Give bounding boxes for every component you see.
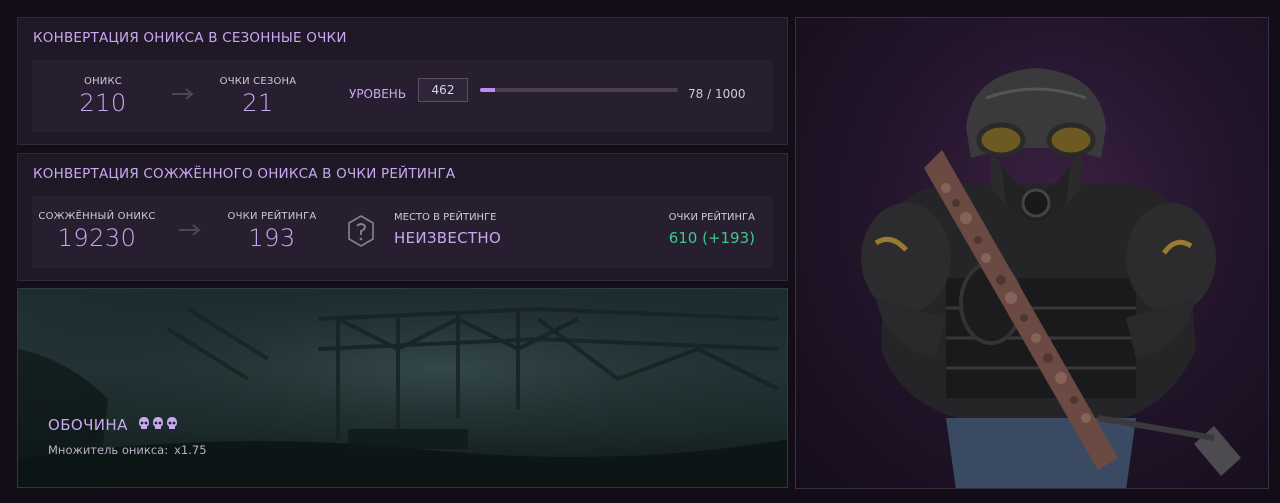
level-value: 462	[418, 78, 468, 102]
rank-label: МЕСТО В РЕЙТИНГЕ	[394, 212, 497, 223]
level-progress-bar	[480, 88, 678, 92]
rating-points-stat: ОЧКИ РЕЙТИНГА 193	[212, 211, 332, 252]
map-background-image	[18, 289, 787, 487]
character-illustration	[861, 68, 1241, 488]
multiplier-value: x1.75	[174, 443, 207, 457]
skull-icon	[139, 417, 149, 429]
burned-onyx-label: СОЖЖЁННЫЙ ОНИКС	[38, 211, 156, 222]
level-label: УРОВЕНЬ	[349, 87, 407, 101]
difficulty-skulls	[138, 416, 178, 432]
rating-points-value: 193	[248, 224, 296, 252]
onyx-multiplier: Множитель оникса: x1.75	[48, 443, 207, 457]
burned-onyx-stat: СОЖЖЁННЫЙ ОНИКС 19230	[37, 211, 157, 252]
character-preview	[795, 17, 1269, 489]
rating-points-label: ОЧКИ РЕЙТИНГА	[227, 211, 317, 222]
panel-title: КОНВЕРТАЦИЯ ОНИКСА В СЕЗОННЫЕ ОЧКИ	[33, 30, 347, 46]
arrow-right-icon	[172, 84, 194, 105]
rating-total-value: 610 (+193)	[668, 229, 755, 247]
multiplier-label: Множитель оникса:	[48, 443, 169, 457]
panel-title: КОНВЕРТАЦИЯ СОЖЖЁННОГО ОНИКСА В ОЧКИ РЕЙ…	[33, 166, 456, 182]
onyx-conversion-panel: КОНВЕРТАЦИЯ ОНИКСА В СЕЗОННЫЕ ОЧКИ ОНИКС…	[17, 17, 788, 145]
level-box: УРОВЕНЬ 462 78 / 1000	[330, 60, 773, 132]
level-progress-fill	[480, 88, 496, 92]
map-card[interactable]: ОБОЧИНА Множитель оникса: x1.75	[17, 288, 788, 488]
rating-box: МЕСТО В РЕЙТИНГЕ НЕИЗВЕСТНО ОЧКИ РЕЙТИНГ…	[330, 196, 773, 268]
map-name: ОБОЧИНА	[48, 416, 128, 434]
season-points-value: 21	[242, 89, 274, 117]
onyx-exchange-box: ОНИКС 210 ОЧКИ СЕЗОНА 21	[32, 60, 339, 132]
skull-icon	[167, 417, 177, 429]
season-points-label: ОЧКИ СЕЗОНА	[219, 76, 297, 87]
burned-onyx-value: 19230	[57, 224, 137, 252]
burned-exchange-box: СОЖЖЁННЫЙ ОНИКС 19230 ОЧКИ РЕЙТИНГА 193	[32, 196, 339, 268]
rank-unknown-icon	[346, 214, 376, 248]
skull-icon	[153, 417, 163, 429]
burned-conversion-panel: КОНВЕРТАЦИЯ СОЖЖЁННОГО ОНИКСА В ОЧКИ РЕЙ…	[17, 153, 788, 281]
arrow-right-icon	[179, 220, 201, 241]
rating-total-label: ОЧКИ РЕЙТИНГА	[668, 212, 755, 223]
rank-value: НЕИЗВЕСТНО	[394, 229, 502, 247]
onyx-stat: ОНИКС 210	[43, 76, 163, 117]
level-progress-text: 78 / 1000	[688, 87, 746, 101]
onyx-label: ОНИКС	[84, 76, 122, 87]
onyx-value: 210	[79, 89, 127, 117]
season-points-stat: ОЧКИ СЕЗОНА 21	[198, 76, 318, 117]
